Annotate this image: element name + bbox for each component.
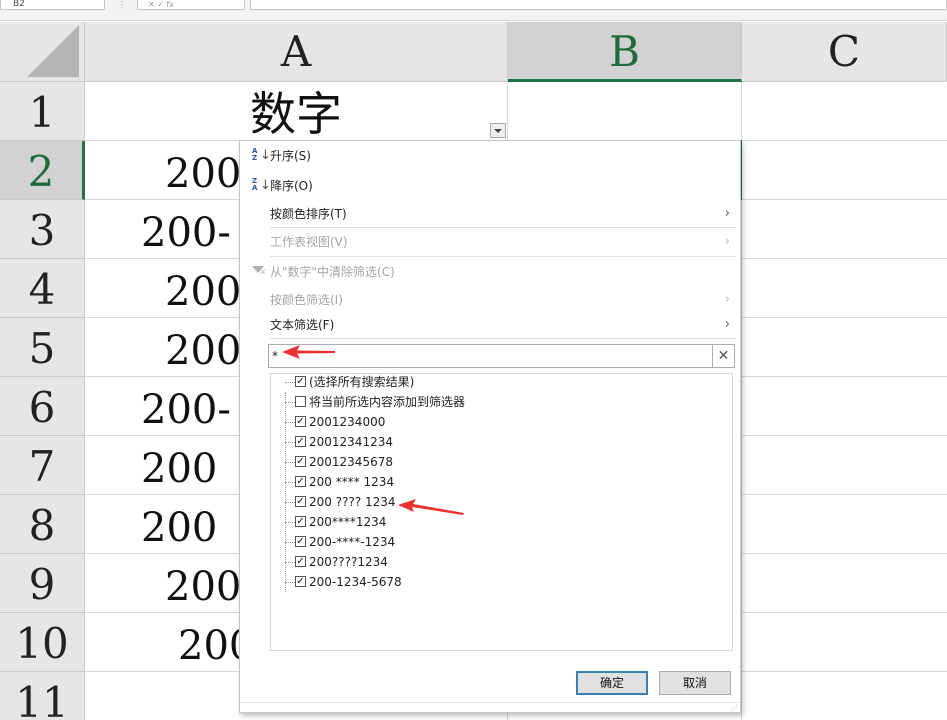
tree-branch [285, 522, 295, 523]
cell-a2[interactable]: 200 [165, 146, 241, 202]
tree-branch [285, 442, 295, 443]
checkbox-checked-icon[interactable]: ✓ [295, 416, 306, 427]
tree-branch [285, 542, 295, 543]
menu-label: 从"数字"中清除筛选(C) [270, 265, 395, 279]
select-all-triangle-icon [27, 25, 79, 77]
column-header-c[interactable]: C [742, 22, 947, 82]
list-item-label: 200****1234 [309, 515, 387, 529]
checkbox-checked-icon[interactable]: ✓ [295, 576, 306, 587]
formula-bar-handle[interactable]: ⋮ [118, 0, 126, 9]
menu-filter-by-color: 按颜色筛选(I) › [240, 288, 740, 312]
menu-label: 降序(O) [270, 179, 313, 193]
menu-clear-filter: ✕ 从"数字"中清除筛选(C) [240, 260, 740, 284]
tree-branch [285, 482, 295, 483]
menu-label: 工作表视图(V) [270, 235, 348, 249]
cell-a9[interactable]: 200 [165, 559, 241, 615]
tree-branch [285, 582, 295, 583]
menu-label: 按颜色排序(T) [270, 207, 347, 221]
cell-a4[interactable]: 200 [165, 264, 241, 320]
tree-branch [285, 422, 295, 423]
cell-a8[interactable]: 200 [141, 500, 217, 556]
checkbox-checked-icon[interactable]: ✓ [295, 376, 306, 387]
checkbox-checked-icon[interactable]: ✓ [295, 456, 306, 467]
tree-branch [285, 562, 295, 563]
filter-value-list[interactable]: ✓ (选择所有搜索结果) 将当前所选内容添加到筛选器 ✓ 2001234000 ✓ 2… [270, 373, 733, 651]
red-arrow-annotation [398, 499, 464, 515]
menu-label: 按颜色筛选(I) [270, 293, 343, 307]
search-input[interactable]: * [272, 348, 278, 364]
ok-button[interactable]: 确定 [576, 671, 648, 695]
name-box[interactable]: B2 [0, 0, 105, 10]
row-header-9[interactable]: 9 [0, 554, 85, 613]
cancel-button[interactable]: 取消 [659, 671, 731, 695]
row-header-7[interactable]: 7 [0, 436, 85, 495]
menu-text-filter[interactable]: 文本筛选(F) › [240, 313, 740, 337]
list-item-label: 200 **** 1234 [309, 475, 395, 489]
cell-a1[interactable]: 数字 [250, 84, 342, 144]
clear-search-icon[interactable]: ✕ [712, 345, 734, 367]
row-header-1[interactable]: 1 [0, 82, 85, 141]
list-item-label: 20012341234 [309, 435, 393, 449]
list-item-label: 20012345678 [309, 455, 393, 469]
list-item-label: (选择所有搜索结果) [309, 375, 415, 389]
row-header-5[interactable]: 5 [0, 318, 85, 377]
tree-branch [285, 462, 295, 463]
row-header-11[interactable]: 11 [0, 672, 85, 720]
chevron-right-icon: › [724, 317, 730, 332]
menu-divider [270, 338, 736, 339]
menu-sort-descending[interactable]: Z A ↓ 降序(O) [240, 174, 740, 198]
list-item-label: 2001234000 [309, 415, 386, 429]
chevron-right-icon: › [724, 234, 730, 249]
menu-sort-by-color[interactable]: 按颜色排序(T) › [240, 202, 740, 226]
chevron-down-icon [494, 129, 502, 133]
menu-label: 升序(S) [270, 149, 311, 163]
column-header-b[interactable]: B [508, 22, 742, 82]
row-header-3[interactable]: 3 [0, 200, 85, 259]
list-item-label: 200-1234-5678 [309, 575, 402, 589]
formula-input[interactable] [250, 0, 947, 10]
cell-a3[interactable]: 200- [141, 205, 231, 261]
checkbox-checked-icon[interactable]: ✓ [295, 536, 306, 547]
resize-bar: ⋰ [240, 702, 740, 713]
menu-divider [270, 227, 736, 228]
chevron-right-icon: › [724, 206, 730, 221]
row-header-4[interactable]: 4 [0, 259, 85, 318]
resize-grip-icon[interactable]: ⋰ [731, 705, 738, 712]
tree-branch [285, 382, 295, 383]
red-arrow-annotation [282, 345, 335, 359]
list-item-label: 200 ???? 1234 [309, 495, 396, 509]
row-header-2[interactable]: 2 [0, 141, 85, 200]
checkbox-checked-icon[interactable]: ✓ [295, 476, 306, 487]
checkbox-checked-icon[interactable]: ✓ [295, 516, 306, 527]
autofilter-dropdown: A Z ↓ 升序(S) Z A ↓ 降序(O) 按颜色排序(T) › 工作表视图(V) … [239, 140, 741, 713]
chevron-right-icon: › [724, 292, 730, 307]
list-item-label: 200-****-1234 [309, 535, 396, 549]
sort-descending-icon: Z A ↓ [252, 177, 271, 193]
checkbox-checked-icon[interactable]: ✓ [295, 436, 306, 447]
cell-a5[interactable]: 200 [165, 323, 241, 379]
menu-divider [270, 256, 736, 257]
cell-a7[interactable]: 200 [141, 441, 217, 497]
tree-branch [285, 502, 295, 503]
sort-ascending-icon: A Z ↓ [252, 147, 271, 163]
checkbox-checked-icon[interactable]: ✓ [295, 556, 306, 567]
clear-x-icon: ✕ [259, 268, 267, 278]
row-header-10[interactable]: 10 [0, 613, 85, 672]
tree-branch [285, 402, 295, 403]
menu-label: 文本筛选(F) [270, 318, 335, 332]
select-all-corner[interactable] [0, 22, 85, 82]
checkbox-unchecked-icon[interactable] [295, 396, 306, 407]
menu-sheet-view: 工作表视图(V) › [240, 230, 740, 254]
row-header-8[interactable]: 8 [0, 495, 85, 554]
column-header-a[interactable]: A [85, 22, 508, 82]
filter-dropdown-button[interactable] [490, 123, 506, 138]
formula-buttons[interactable]: ✕ ✓ fx [137, 0, 245, 10]
row-header-6[interactable]: 6 [0, 377, 85, 436]
checkbox-checked-icon[interactable]: ✓ [295, 496, 306, 507]
menu-sort-ascending[interactable]: A Z ↓ 升序(S) [240, 144, 740, 168]
list-item-label: 200????1234 [309, 555, 388, 569]
list-item-label: 将当前所选内容添加到筛选器 [309, 395, 466, 409]
cell-a6[interactable]: 200- [141, 382, 231, 438]
